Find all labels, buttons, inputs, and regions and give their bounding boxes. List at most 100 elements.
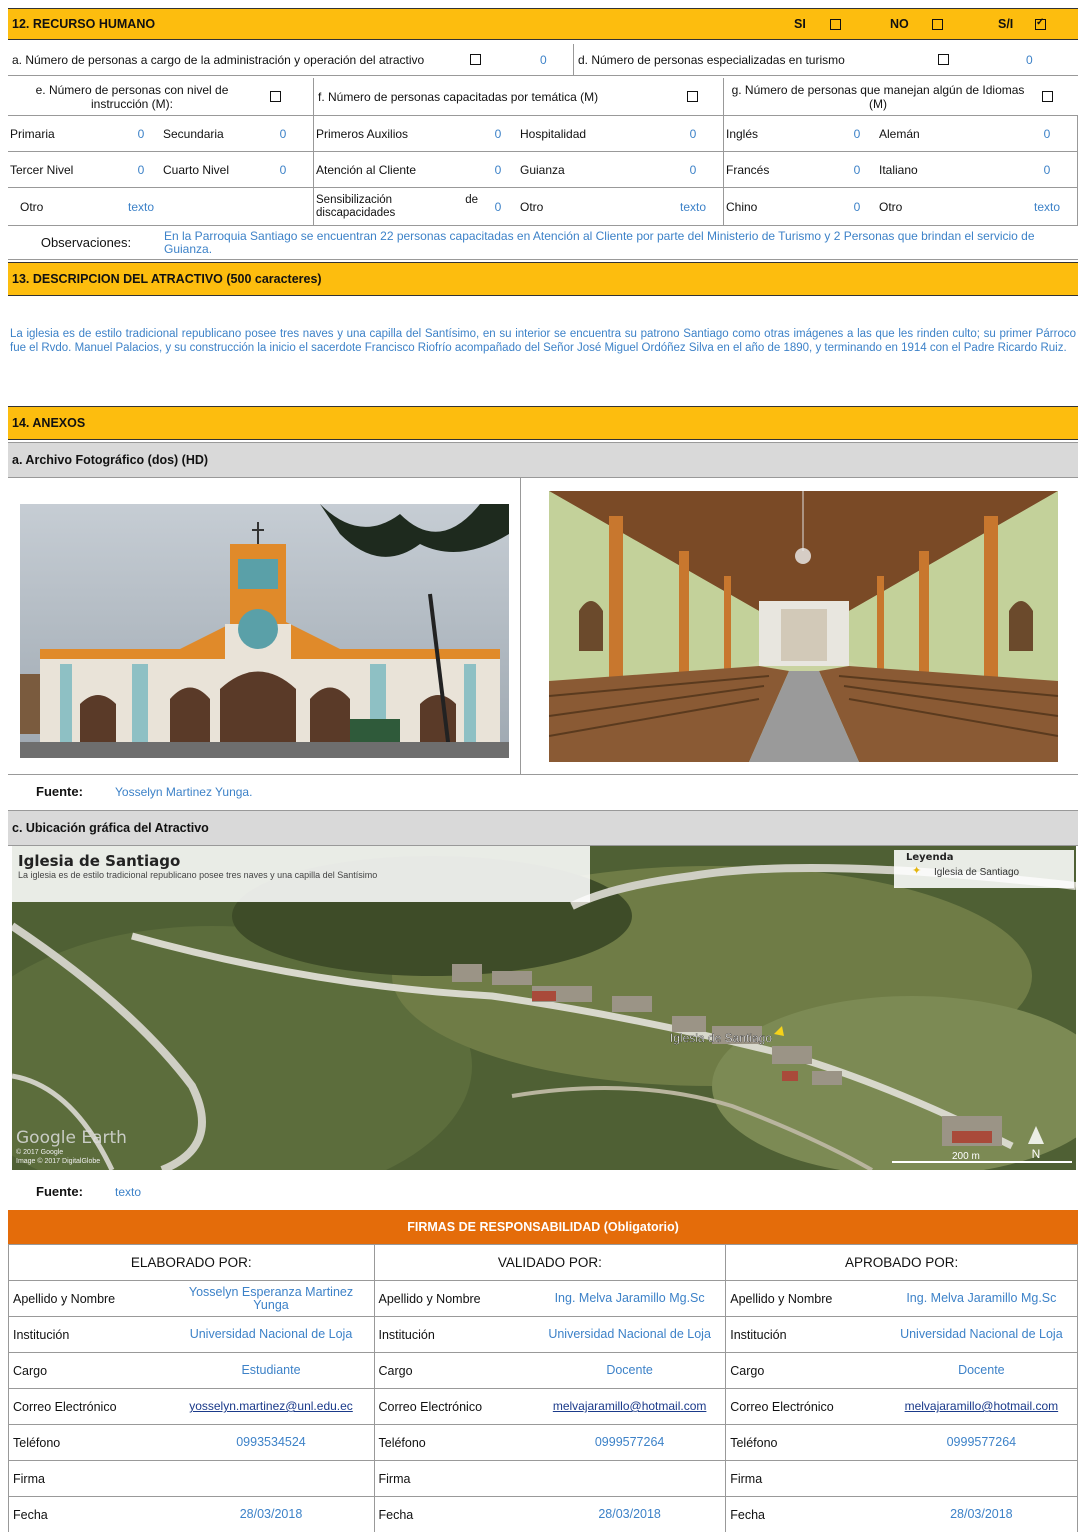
firmas-field-value: yosselyn.martinez@unl.edu.ec bbox=[168, 1388, 375, 1425]
row-value: 0 bbox=[279, 162, 287, 177]
firmas-row: Firma Firma Firma bbox=[8, 1460, 1078, 1497]
photo-divider bbox=[520, 478, 521, 774]
email-link[interactable]: melvajaramillo@hotmail.com bbox=[553, 1399, 707, 1413]
svg-text:N: N bbox=[1032, 1147, 1041, 1161]
head-f-checkbox[interactable] bbox=[687, 91, 698, 102]
firmas-field-value: 28/03/2018 bbox=[534, 1496, 727, 1532]
si-label: SI bbox=[794, 17, 806, 31]
divider bbox=[8, 774, 1078, 775]
signature-field[interactable] bbox=[885, 1460, 1078, 1497]
church-exterior-photo bbox=[20, 504, 509, 758]
firmas-field-value: 0993534524 bbox=[168, 1424, 375, 1461]
firmas-field-label: Firma bbox=[725, 1460, 886, 1497]
row-value: 0 bbox=[689, 162, 697, 177]
si-noinfo-label: S/I bbox=[998, 17, 1014, 31]
fuente2-value: texto bbox=[115, 1185, 142, 1199]
row-label: Guianza bbox=[520, 162, 565, 177]
firmas-field-label: Cargo bbox=[725, 1352, 886, 1389]
row-label: Primeros Auxilios bbox=[316, 126, 409, 141]
row-a-value: 0 bbox=[540, 52, 547, 67]
firmas-table: ELABORADO POR: VALIDADO POR: APROBADO POR:… bbox=[8, 1244, 1078, 1532]
location-map[interactable]: Iglesia de Santiago N Iglesia de Santiag… bbox=[12, 846, 1076, 1170]
map-legend-item: Iglesia de Santiago bbox=[934, 867, 1020, 878]
fuente2-label: Fuente: bbox=[36, 1184, 83, 1199]
row-a-d: a. Número de personas a cargo de la admi… bbox=[8, 44, 1078, 76]
section-13-header: 13. DESCRIPCION DEL ATRACTIVO (500 carac… bbox=[8, 262, 1078, 296]
section-12-header: 12. RECURSO HUMANO SI NO S/I bbox=[8, 8, 1078, 40]
row-label: Francés bbox=[726, 162, 770, 177]
firmas-field-value: 0999577264 bbox=[885, 1424, 1078, 1461]
firmas-field-label: Teléfono bbox=[8, 1424, 169, 1461]
firmas-field-label: Correo Electrónico bbox=[725, 1388, 886, 1425]
row-label: Otro bbox=[520, 199, 544, 214]
row-label: Otro bbox=[879, 199, 903, 214]
row-value: 0 bbox=[494, 199, 502, 214]
row-value: 0 bbox=[689, 126, 697, 141]
section-12-title: 12. RECURSO HUMANO bbox=[12, 17, 156, 31]
signature-field[interactable] bbox=[168, 1460, 375, 1497]
instruction-row: Otro texto Sensibilización de discapacidad… bbox=[8, 188, 1078, 226]
signature-field[interactable] bbox=[534, 1460, 727, 1497]
firmas-field-value: melvajaramillo@hotmail.com bbox=[885, 1388, 1078, 1425]
row-label: Chino bbox=[726, 199, 758, 214]
head-e-checkbox[interactable] bbox=[270, 91, 281, 102]
firmas-field-label: Fecha bbox=[373, 1496, 534, 1532]
firmas-col-header: ELABORADO POR: bbox=[8, 1244, 375, 1281]
firmas-field-value: Ing. Melva Jaramillo Mg.Sc bbox=[534, 1280, 727, 1317]
firmas-field-label: Cargo bbox=[373, 1352, 534, 1389]
legend-pin-icon: ✦ bbox=[912, 865, 922, 877]
photos-header: a. Archivo Fotográfico (dos) (HD) bbox=[8, 442, 1078, 478]
row-label: Italiano bbox=[879, 162, 918, 177]
row-value: texto bbox=[679, 199, 706, 214]
row-label: Primaria bbox=[10, 126, 55, 141]
head-g: g. Número de personas que manejan algún … bbox=[731, 82, 1025, 111]
instruction-row: Primaria 0 Secundaria 0 Primeros Auxilios 0 Ho… bbox=[8, 116, 1078, 152]
row-value: 0 bbox=[853, 126, 861, 141]
firmas-row: Teléfono 0993534524 Teléfono 0999577264 Telé… bbox=[8, 1424, 1078, 1461]
row-value: 0 bbox=[494, 126, 502, 141]
firmas-field-label: Firma bbox=[8, 1460, 169, 1497]
firmas-header: FIRMAS DE RESPONSABILIDAD (Obligatorio) bbox=[8, 1210, 1078, 1244]
email-link[interactable]: melvajaramillo@hotmail.com bbox=[905, 1399, 1059, 1413]
photos-title: a. Archivo Fotográfico (dos) (HD) bbox=[12, 453, 209, 467]
row-value: 0 bbox=[494, 162, 502, 177]
firmas-field-value: Docente bbox=[885, 1352, 1078, 1389]
row-label: Sensibilización de discapacidades bbox=[316, 193, 478, 219]
firmas-field-value: Ing. Melva Jaramillo Mg.Sc bbox=[885, 1280, 1078, 1317]
map-place-title: Iglesia de Santiago bbox=[18, 852, 181, 870]
row-value: 0 bbox=[1043, 162, 1051, 177]
firmas-field-value: melvajaramillo@hotmail.com bbox=[534, 1388, 727, 1425]
row-label: Atención al Cliente bbox=[316, 162, 417, 177]
row-value: 0 bbox=[137, 162, 145, 177]
map-place-desc: La iglesia es de estilo tradicional repu… bbox=[18, 870, 378, 880]
firmas-field-label: Firma bbox=[373, 1460, 534, 1497]
section-14-title: 14. ANEXOS bbox=[12, 416, 86, 430]
firmas-field-value: Universidad Nacional de Loja bbox=[168, 1316, 375, 1353]
email-link[interactable]: yosselyn.martinez@unl.edu.ec bbox=[189, 1399, 353, 1413]
row-value: texto bbox=[127, 199, 154, 214]
row-d-checkbox[interactable] bbox=[938, 54, 949, 65]
firmas-row: Cargo Estudiante Cargo Docente Cargo Docente bbox=[8, 1352, 1078, 1389]
firmas-field-value: 28/03/2018 bbox=[168, 1496, 375, 1532]
map-header: c. Ubicación gráfica del Atractivo bbox=[8, 810, 1078, 846]
map-title: c. Ubicación gráfica del Atractivo bbox=[12, 821, 209, 835]
firmas-field-value: Estudiante bbox=[168, 1352, 375, 1389]
row-value: texto bbox=[1033, 199, 1060, 214]
map-legend-title: Leyenda bbox=[906, 852, 954, 863]
firmas-field-value: Universidad Nacional de Loja bbox=[534, 1316, 727, 1353]
head-g-checkbox[interactable] bbox=[1042, 91, 1053, 102]
firmas-field-label: Apellido y Nombre bbox=[725, 1280, 886, 1317]
observations-row: Observaciones: En la Parroquia Santiago … bbox=[8, 226, 1078, 260]
firmas-col-header: APROBADO POR: bbox=[725, 1244, 1078, 1281]
firmas-field-label: Teléfono bbox=[373, 1424, 534, 1461]
si-noinfo-checkbox[interactable] bbox=[1035, 17, 1046, 30]
si-checkbox[interactable] bbox=[830, 19, 841, 30]
map-pin-label: Iglesia de Santiago bbox=[670, 1031, 772, 1045]
section-13-title: 13. DESCRIPCION DEL ATRACTIVO (500 carac… bbox=[12, 272, 322, 286]
no-checkbox[interactable] bbox=[932, 19, 943, 30]
head-e: e. Número de personas con nivel de instr… bbox=[35, 82, 229, 111]
row-a-checkbox[interactable] bbox=[470, 54, 481, 65]
firmas-field-label: Apellido y Nombre bbox=[8, 1280, 169, 1317]
section-14-header: 14. ANEXOS bbox=[8, 406, 1078, 440]
church-interior-photo bbox=[549, 491, 1058, 762]
